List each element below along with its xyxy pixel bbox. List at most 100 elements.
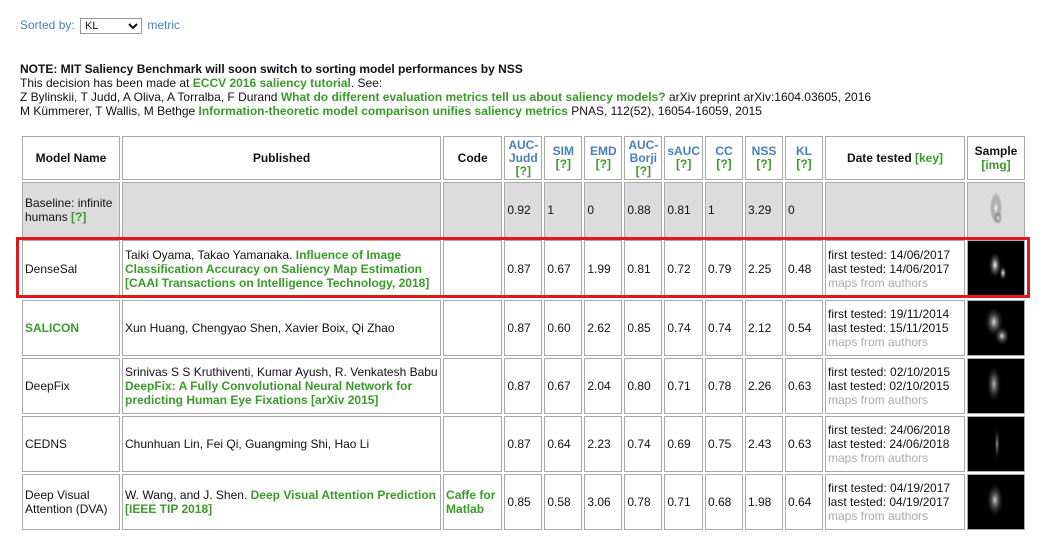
auc-borji-value: 0.80 <box>624 358 663 414</box>
table-row-salicon: SALICON Xun Huang, Chengyao Shen, Xavier… <box>22 300 1025 356</box>
eccv-tutorial-link[interactable]: ECCV 2016 saliency tutorial <box>193 76 351 90</box>
saliency-thumbnail-image[interactable] <box>970 243 1022 295</box>
code-link[interactable]: Caffe for Matlab <box>443 474 503 530</box>
published-authors: Chunhuan Lin, Fei Qi, Guangming Shi, Hao… <box>122 416 442 472</box>
metrics-paper-link[interactable]: What do different evaluation metrics tel… <box>281 90 666 104</box>
header-sim-label[interactable]: SIM <box>553 144 574 158</box>
sort-metric-select[interactable]: KL <box>80 18 143 34</box>
model-name[interactable]: DenseSal <box>22 240 120 298</box>
nss-value: 2.12 <box>745 300 783 356</box>
published-authors: Srinivas S S Kruthiventi, Kumar Ayush, R… <box>125 365 438 379</box>
date-cell: first tested: 04/19/2017 last tested: 04/… <box>825 474 965 530</box>
sauc-help-link[interactable]: [?] <box>676 157 691 171</box>
model-name-cell: Baseline: infinite humans [?] <box>22 182 120 238</box>
auc-judd-value: 0.87 <box>504 416 543 472</box>
cc-value: 1 <box>705 182 743 238</box>
model-name-link[interactable]: SALICON <box>22 300 120 356</box>
cc-value: 0.75 <box>705 416 743 472</box>
kl-help-link[interactable]: [?] <box>796 157 811 171</box>
first-tested: first tested: 19/11/2014 <box>828 307 950 321</box>
header-cc[interactable]: CC [?] <box>705 136 743 180</box>
model-name[interactable]: DeepFix <box>22 358 120 414</box>
nss-value: 2.25 <box>745 240 783 298</box>
note-line3-suffix: PNAS, 112(52), 16054-16059, 2015 <box>571 104 762 118</box>
auc-borji-value: 0.85 <box>624 300 663 356</box>
header-emd-label[interactable]: EMD <box>590 144 617 158</box>
info-theoretic-paper-link[interactable]: Information-theoretic model comparison u… <box>199 104 568 118</box>
code-cell <box>443 358 503 414</box>
nss-value: 3.29 <box>745 182 783 238</box>
header-auc-judd-label[interactable]: AUC-Judd <box>508 138 538 165</box>
nss-help-link[interactable]: [?] <box>756 157 771 171</box>
header-auc-borji-label[interactable]: AUC-Borji <box>628 138 658 165</box>
benchmark-note: NOTE: MIT Saliency Benchmark will soon s… <box>20 62 871 118</box>
baseline-help-link[interactable]: [?] <box>71 210 86 224</box>
sim-help-link[interactable]: [?] <box>556 157 571 171</box>
model-name[interactable]: Deep Visual Attention (DVA) <box>22 474 120 530</box>
header-nss-label[interactable]: NSS <box>752 144 777 158</box>
kl-value: 0.64 <box>785 474 823 530</box>
last-tested: last tested: 02/10/2015 <box>828 379 950 393</box>
benchmark-table: Model Name Published Code AUC-Judd [?] SI… <box>20 134 1027 532</box>
code-cell <box>443 182 503 238</box>
saliency-thumbnail-image[interactable] <box>970 302 1022 354</box>
header-auc-borji[interactable]: AUC-Borji [?] <box>624 136 663 180</box>
first-tested: first tested: 14/06/2017 <box>828 248 951 262</box>
code-cell <box>443 300 503 356</box>
nss-value: 1.98 <box>745 474 783 530</box>
last-tested: last tested: 24/06/2018 <box>828 437 950 451</box>
header-kl[interactable]: KL [?] <box>785 136 823 180</box>
maps-from-authors: maps from authors <box>828 393 929 407</box>
cc-value: 0.68 <box>705 474 743 530</box>
note-heading: NOTE: MIT Saliency Benchmark will soon s… <box>20 62 523 76</box>
last-tested: last tested: 14/06/2017 <box>828 262 950 276</box>
published-cell: W. Wang, and J. Shen. Deep Visual Attent… <box>122 474 442 530</box>
header-cc-label[interactable]: CC <box>715 144 732 158</box>
sauc-value: 0.72 <box>664 240 703 298</box>
header-sim[interactable]: SIM [?] <box>544 136 583 180</box>
header-sauc-label[interactable]: sAUC <box>667 144 700 158</box>
sort-suffix: metric <box>147 18 181 32</box>
sample-cell[interactable] <box>967 474 1025 530</box>
model-name[interactable]: CEDNS <box>22 416 120 472</box>
saliency-thumbnail-image[interactable] <box>970 476 1022 528</box>
cc-help-link[interactable]: [?] <box>716 157 731 171</box>
sim-value: 0.67 <box>544 358 583 414</box>
sample-cell[interactable] <box>967 240 1025 298</box>
auc-borji-value: 0.88 <box>624 182 663 238</box>
sample-cell[interactable] <box>967 300 1025 356</box>
date-key-link[interactable]: [key] <box>915 151 943 165</box>
sauc-value: 0.71 <box>664 474 703 530</box>
auc-judd-help-link[interactable]: [?] <box>516 164 531 178</box>
sample-cell[interactable] <box>967 358 1025 414</box>
saliency-thumbnail-image[interactable] <box>970 360 1022 412</box>
maps-from-authors: maps from authors <box>828 509 929 523</box>
saliency-thumbnail-image[interactable] <box>970 184 1022 236</box>
header-nss[interactable]: NSS [?] <box>745 136 783 180</box>
note-line2-suffix: arXiv preprint arXiv:1604.03605, 2016 <box>668 90 872 104</box>
auc-borji-help-link[interactable]: [?] <box>636 164 651 178</box>
published-authors: W. Wang, and J. Shen. <box>125 488 248 502</box>
header-emd[interactable]: EMD [?] <box>584 136 623 180</box>
published-paper-link[interactable]: DeepFix: A Fully Convolutional Neural Ne… <box>125 379 412 407</box>
header-code: Code <box>443 136 503 180</box>
table-row-dva: Deep Visual Attention (DVA) W. Wang, and… <box>22 474 1025 530</box>
note-line1-suffix: . See: <box>350 76 383 90</box>
note-line1-prefix: This decision has been made at <box>20 76 190 90</box>
sample-cell[interactable] <box>967 182 1025 238</box>
table-row-cedns: CEDNS Chunhuan Lin, Fei Qi, Guangming Sh… <box>22 416 1025 472</box>
header-model-name: Model Name <box>22 136 120 180</box>
header-sample: Sample [img] <box>967 136 1025 180</box>
published-cell: Srinivas S S Kruthiventi, Kumar Ayush, R… <box>122 358 442 414</box>
header-auc-judd[interactable]: AUC-Judd [?] <box>504 136 543 180</box>
sample-img-link[interactable]: [img] <box>981 158 1010 172</box>
header-kl-label[interactable]: KL <box>796 144 812 158</box>
header-published: Published <box>122 136 442 180</box>
saliency-thumbnail-image[interactable] <box>970 418 1022 470</box>
emd-value: 1.99 <box>584 240 623 298</box>
code-cell <box>443 416 503 472</box>
emd-help-link[interactable]: [?] <box>596 157 611 171</box>
sample-cell[interactable] <box>967 416 1025 472</box>
header-sauc[interactable]: sAUC [?] <box>664 136 703 180</box>
emd-value: 2.62 <box>584 300 623 356</box>
